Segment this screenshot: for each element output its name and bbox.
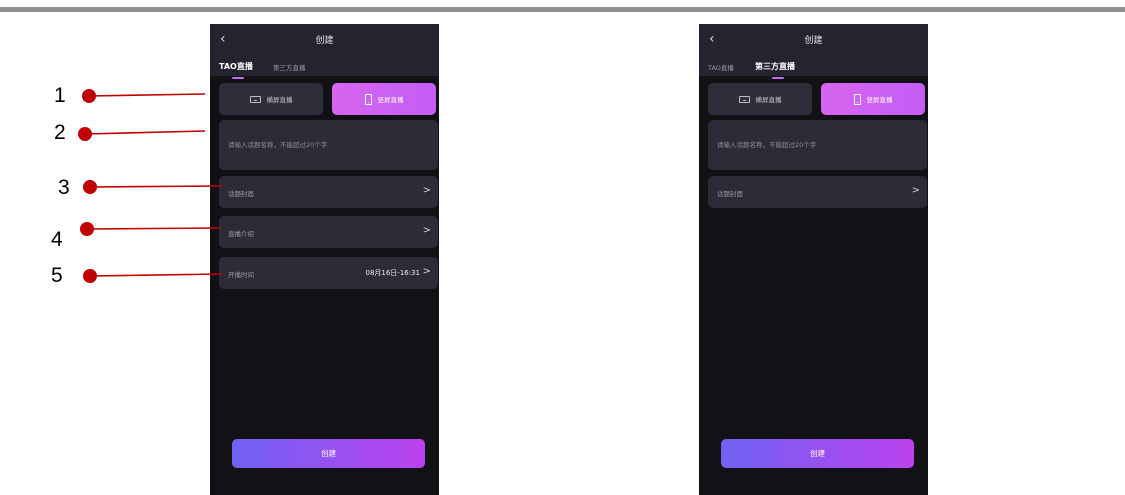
annotation-dot — [83, 180, 97, 194]
annotation-leader-line — [89, 273, 223, 277]
annotation-number-3: 3 — [58, 176, 70, 199]
topic-name-input[interactable]: 请输入话题名称，不能超过20个字 — [708, 120, 927, 170]
start-time-label: 开播时间 — [228, 271, 254, 279]
tab-third-party-live[interactable]: 第三方直播 — [273, 62, 306, 72]
annotation-number-4: 4 — [51, 228, 63, 251]
chevron-right-icon: > — [422, 185, 431, 196]
portrait-screen-icon — [364, 93, 372, 105]
nav-bar: ‹ 创建 TAO直播 第三方直播 — [699, 24, 928, 79]
landscape-live-label: 横屏直播 — [266, 96, 293, 104]
tab-third-party-live[interactable]: 第三方直播 — [755, 61, 795, 72]
annotation-number-1: 1 — [54, 84, 66, 107]
topic-cover-row[interactable]: 话题封面 > — [708, 176, 927, 208]
portrait-live-button[interactable]: 竖屏直播 — [332, 83, 436, 115]
chevron-right-icon: > — [911, 185, 920, 196]
tab-tao-live[interactable]: TAO直播 — [708, 62, 734, 72]
top-divider-bar — [0, 7, 1125, 12]
landscape-screen-icon — [249, 95, 261, 103]
landscape-live-button[interactable]: 横屏直播 — [219, 83, 323, 115]
annotation-number-2: 2 — [54, 121, 66, 144]
portrait-screen-icon — [853, 93, 861, 105]
tab-tao-live[interactable]: TAO直播 — [219, 61, 253, 72]
annotation-leader-line — [88, 93, 206, 97]
create-button[interactable]: 创建 — [232, 439, 425, 468]
landscape-live-button[interactable]: 横屏直播 — [708, 83, 812, 115]
annotation-leader-line — [89, 185, 223, 188]
topic-cover-label: 话题封面 — [717, 190, 743, 198]
active-tab-indicator — [232, 77, 244, 79]
topic-cover-row[interactable]: 话题封面 > — [219, 176, 438, 208]
start-time-row[interactable]: 开播时间 08月16日-16:31 > — [219, 257, 438, 289]
topic-name-input[interactable]: 请输入话题名称，不能超过20个字 — [219, 120, 438, 170]
page-title: 创建 — [804, 36, 823, 46]
live-intro-label: 直播介绍 — [228, 230, 254, 238]
annotation-leader-line — [84, 130, 206, 135]
annotation-leader-line — [86, 227, 222, 230]
chevron-right-icon: > — [422, 225, 431, 236]
annotation-number-5: 5 — [51, 264, 63, 287]
topic-cover-label: 话题封面 — [228, 190, 254, 198]
annotation-dot — [83, 269, 97, 283]
active-tab-indicator — [772, 77, 784, 79]
phone-screen-third-party: ‹ 创建 TAO直播 第三方直播 横屏直播 竖屏直播 请输入话题名称，不能超过2… — [699, 24, 928, 495]
annotation-dot — [80, 222, 94, 236]
phone-screen-tao: ‹ 创建 TAO直播 第三方直播 横屏直播 竖屏直播 请输入话题名称，不能超过2… — [210, 24, 439, 495]
nav-bar: ‹ 创建 TAO直播 第三方直播 — [210, 24, 439, 79]
portrait-live-label: 竖屏直播 — [866, 96, 893, 104]
live-intro-row[interactable]: 直播介绍 > — [219, 216, 438, 248]
portrait-live-button[interactable]: 竖屏直播 — [821, 83, 925, 115]
landscape-screen-icon — [738, 95, 750, 103]
annotation-dot — [78, 127, 92, 141]
annotation-overlay — [78, 89, 223, 283]
annotation-dot — [82, 89, 96, 103]
landscape-live-label: 横屏直播 — [755, 96, 782, 104]
start-time-value: 08月16日-16:31 — [365, 269, 420, 277]
page-title: 创建 — [315, 36, 334, 46]
chevron-right-icon: > — [422, 266, 431, 277]
portrait-live-label: 竖屏直播 — [377, 96, 404, 104]
create-button[interactable]: 创建 — [721, 439, 914, 468]
